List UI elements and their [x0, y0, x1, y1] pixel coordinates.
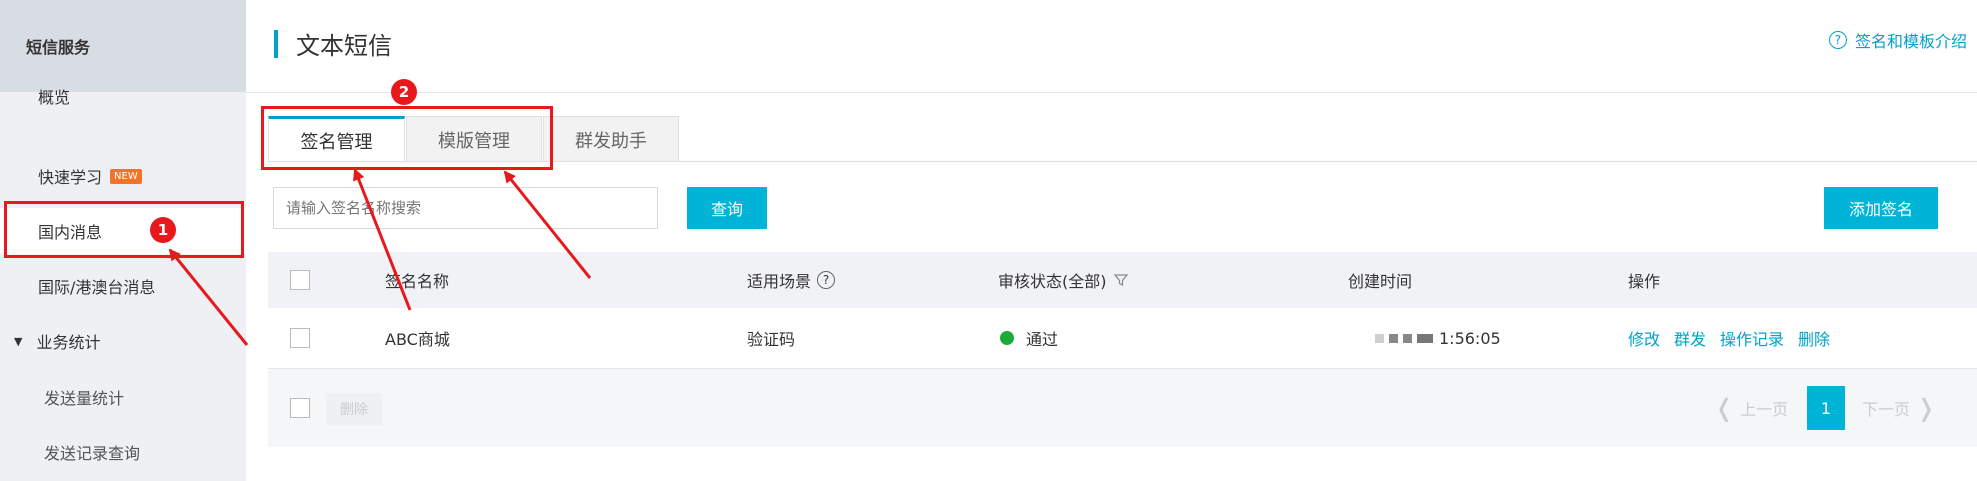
column-header-status[interactable]: 审核状态(全部)	[998, 252, 1129, 308]
signature-created: 1:56:05	[1375, 308, 1501, 368]
sidebar-item-label: 国际/港澳台消息	[38, 278, 156, 297]
signature-template-help-link[interactable]: ? 签名和模板介绍	[1828, 28, 1967, 52]
sidebar-item-international[interactable]: 国际/港澳台消息	[0, 266, 246, 306]
select-all-checkbox[interactable]	[290, 270, 310, 290]
main-content: 文本短信 ? 签名和模板介绍 签名管理 模版管理 群发助手 查询 添加签名 签名…	[246, 0, 1977, 481]
redacted-date	[1375, 333, 1433, 343]
sidebar-item-label: 业务统计	[36, 333, 101, 352]
page-1-button[interactable]: 1	[1807, 386, 1845, 430]
annotation-marker-1: 1	[150, 217, 176, 243]
column-header-name: 签名名称	[385, 272, 450, 291]
prev-page-button[interactable]: ❬ 上一页	[1714, 386, 1788, 430]
question-circle-icon[interactable]: ?	[817, 271, 836, 289]
table-header: 签名名称 适用场景 ? 审核状态(全部) 创建时间 操作	[268, 252, 1977, 308]
sidebar-item-send-volume[interactable]: 发送量统计	[0, 377, 246, 417]
sidebar-group-stats[interactable]: ▼ 业务统计	[0, 321, 246, 361]
title-accent-bar	[274, 30, 278, 58]
sidebar-item-label: 发送记录查询	[44, 444, 141, 463]
chevron-left-icon: ❬	[1714, 394, 1735, 422]
tab-bulk-assistant[interactable]: 群发助手	[543, 116, 679, 162]
query-button[interactable]: 查询	[687, 187, 767, 229]
sidebar-item-quick-learn[interactable]: 快速学习 NEW	[0, 156, 246, 196]
status-ok-dot	[1000, 331, 1014, 345]
signature-scene: 验证码	[747, 330, 796, 349]
page-title: 文本短信	[296, 32, 392, 60]
prev-page-label: 上一页	[1740, 400, 1789, 419]
caret-down-icon: ▼	[14, 334, 23, 348]
operation-log-link[interactable]: 操作记录	[1720, 326, 1784, 350]
new-badge: NEW	[110, 168, 142, 184]
bulk-delete-button[interactable]: 删除	[326, 393, 382, 425]
next-page-label: 下一页	[1862, 400, 1911, 419]
signature-search-input[interactable]	[273, 187, 658, 229]
signature-name: ABC商城	[385, 330, 450, 349]
table-row: ABC商城 验证码 通过 1:56:05 修改 群发 操作记录 删除	[268, 308, 1977, 369]
tab-label: 群发助手	[575, 130, 647, 152]
sidebar-item-label: 发送量统计	[44, 389, 125, 408]
annotation-box-1	[4, 201, 244, 258]
column-header-actions: 操作	[1628, 272, 1661, 291]
row-actions: 修改 群发 操作记录 删除	[1628, 308, 1844, 368]
signature-status: 通过	[1000, 308, 1058, 368]
edit-link[interactable]: 修改	[1628, 326, 1660, 350]
delete-link[interactable]: 删除	[1798, 326, 1830, 350]
column-header-label: 审核状态(全部)	[998, 272, 1107, 291]
question-circle-icon: ?	[1828, 31, 1847, 49]
column-header-created: 创建时间	[1348, 272, 1413, 291]
created-time: 1:56:05	[1439, 328, 1501, 348]
next-page-button[interactable]: 下一页 ❭	[1862, 386, 1936, 430]
annotation-box-2	[261, 106, 553, 170]
page-header: 文本短信 ? 签名和模板介绍	[246, 0, 1977, 93]
annotation-marker-2: 2	[391, 79, 417, 105]
chevron-right-icon: ❭	[1916, 394, 1937, 422]
filter-icon[interactable]	[1113, 272, 1129, 288]
bulk-send-link[interactable]: 群发	[1674, 326, 1706, 350]
sidebar-item-send-records[interactable]: 发送记录查询	[0, 432, 246, 472]
sidebar-item-overview[interactable]: 概览	[0, 76, 246, 116]
footer-select-all-checkbox[interactable]	[290, 398, 310, 418]
help-link-label: 签名和模板介绍	[1854, 32, 1967, 51]
sidebar-item-label: 快速学习	[38, 168, 103, 187]
row-checkbox[interactable]	[290, 328, 310, 348]
sidebar-item-label: 概览	[38, 88, 71, 107]
column-header-label: 适用场景	[747, 272, 812, 291]
add-signature-button[interactable]: 添加签名	[1824, 187, 1938, 229]
status-label: 通过	[1026, 330, 1059, 349]
column-header-scene: 适用场景 ?	[747, 252, 836, 308]
